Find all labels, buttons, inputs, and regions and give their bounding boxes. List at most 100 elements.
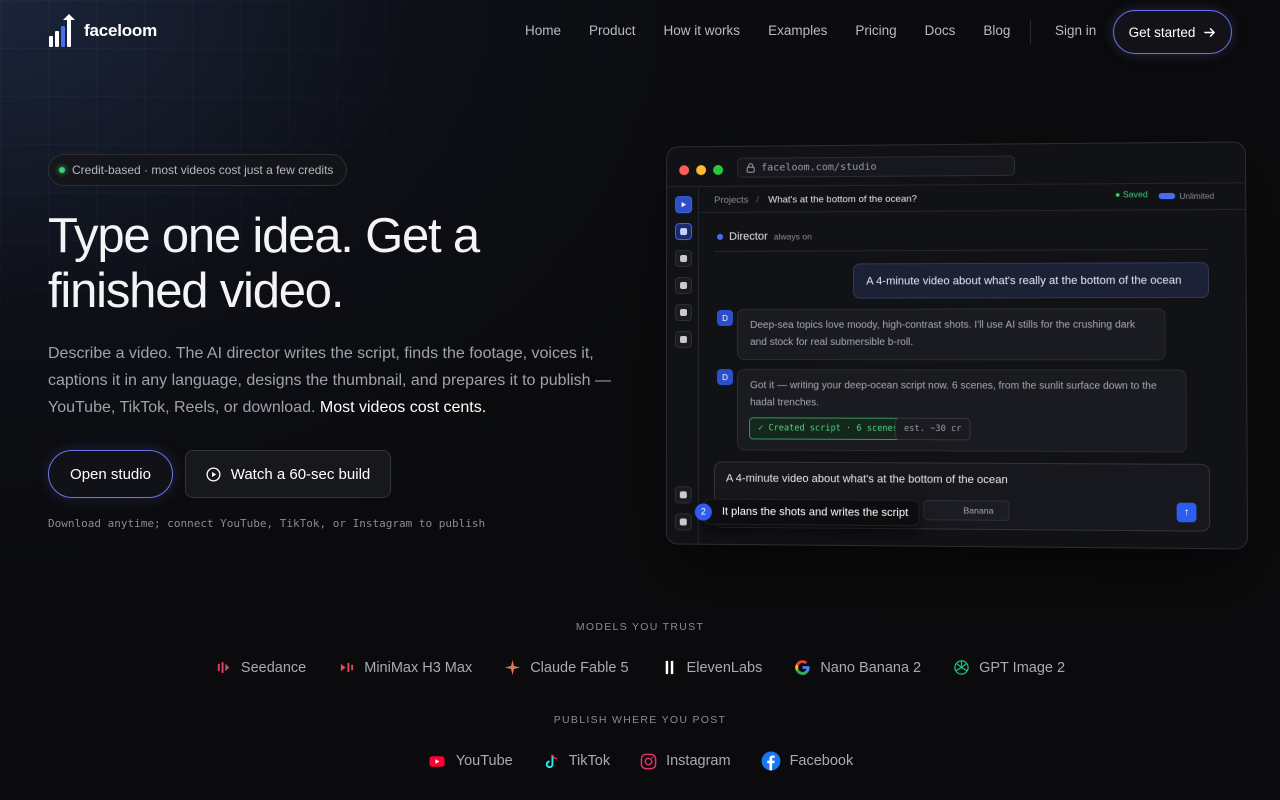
rail-captions-button[interactable] — [674, 330, 692, 349]
nav-link-how-it-works[interactable]: How it works — [664, 23, 741, 38]
chat-icon — [680, 228, 688, 236]
model-elevenlabs: ElevenLabs — [661, 659, 763, 676]
nav-link-blog[interactable]: Blog — [983, 23, 1010, 38]
platform-name: YouTube — [455, 753, 513, 769]
openai-icon — [954, 660, 969, 675]
send-button[interactable]: ↑ — [1176, 502, 1197, 523]
models-logo-row: Seedance MiniMax H3 Max Claude Fable 5 E… — [0, 659, 1280, 676]
play-icon — [682, 202, 687, 208]
director-avatar: D — [716, 369, 734, 386]
brand-name: faceloom — [84, 21, 158, 40]
step-number-badge: 2 — [694, 502, 712, 521]
rail-play-button[interactable] — [675, 196, 693, 214]
facebook-icon — [761, 751, 781, 771]
director-status: always on — [773, 231, 812, 242]
claude-icon — [505, 659, 521, 676]
hero-description: Describe a video. The AI director writes… — [48, 340, 618, 421]
model-name: MiniMax H3 Max — [364, 659, 473, 676]
lock-icon — [746, 163, 755, 173]
tooltip-text: It plans the shots and writes the script — [721, 505, 909, 520]
youtube-icon — [429, 755, 445, 767]
sign-in-link[interactable]: Sign in — [1055, 23, 1096, 38]
saved-status: ● Saved — [1115, 189, 1148, 200]
model-name: ElevenLabs — [686, 659, 763, 676]
director-header: Director always on — [717, 230, 812, 243]
settings-icon — [679, 491, 687, 499]
get-started-label: Get started — [1128, 24, 1196, 40]
rail-media-button[interactable] — [675, 276, 693, 295]
nav-link-docs[interactable]: Docs — [925, 23, 956, 38]
director-divider — [714, 248, 1209, 252]
elevenlabs-icon — [665, 660, 673, 675]
model-name: GPT Image 2 — [979, 659, 1066, 676]
get-started-button[interactable]: Get started — [1113, 10, 1232, 54]
faceloom-logo-icon — [49, 14, 75, 47]
director-avatar: D — [717, 309, 734, 326]
created-script-chip[interactable]: ✓ Created script · 6 scenes — [749, 417, 908, 441]
browser-titlebar: faceloom.com/studio — [667, 142, 1246, 188]
studio-sidebar — [666, 187, 700, 546]
instagram-icon — [640, 753, 657, 769]
play-circle-icon — [206, 466, 221, 482]
window-minimize-dot — [696, 165, 707, 176]
estimate-chip: est. ~30 cr — [894, 417, 971, 441]
rail-voice-button[interactable] — [675, 303, 693, 322]
top-nav: faceloom Home Product How it works Examp… — [0, 0, 1280, 62]
director-message: Deep-sea topics love moody, high-contras… — [737, 308, 1166, 361]
rail-settings-button[interactable] — [674, 486, 692, 504]
model-seedance: Seedance — [215, 659, 306, 676]
unlimited-label: Unlimited — [1179, 191, 1215, 201]
status-dot-icon — [59, 167, 65, 173]
director-message-text: Got it — writing your deep-ocean script … — [750, 380, 1157, 409]
breadcrumb-projects[interactable]: Projects — [714, 195, 748, 206]
step-tooltip: 2 It plans the shots and writes the scri… — [694, 498, 920, 527]
publish-section-label: PUBLISH WHERE YOU POST — [553, 714, 727, 726]
platform-facebook: Facebook — [761, 751, 853, 771]
nav-divider — [1030, 20, 1031, 44]
rail-chat-button[interactable] — [675, 223, 693, 241]
voice-icon — [680, 308, 688, 316]
arrow-up-icon: ↑ — [1183, 506, 1190, 519]
watch-build-label: Watch a 60-sec build — [230, 465, 371, 483]
open-studio-button[interactable]: Open studio — [48, 450, 173, 498]
nav-link-product[interactable]: Product — [589, 23, 636, 38]
user-message: A 4-minute video about what's really at … — [852, 262, 1210, 299]
tiktok-icon — [545, 754, 557, 768]
rail-script-button[interactable] — [675, 250, 693, 268]
models-section-label: MODELS YOU TRUST — [575, 621, 705, 633]
nav-link-home[interactable]: Home — [525, 23, 561, 38]
nav-link-examples[interactable]: Examples — [768, 23, 827, 38]
hero-description-highlight: Most videos cost cents. — [319, 399, 487, 416]
publish-logo-row: YouTube TikTok Instagram Facebook — [0, 751, 1280, 771]
breadcrumb: Projects / What's at the bottom of the o… — [700, 183, 1246, 214]
model-gpt-image: GPT Image 2 — [953, 659, 1065, 676]
platform-name: TikTok — [568, 753, 611, 769]
open-studio-label: Open studio — [70, 465, 151, 483]
watch-build-button[interactable]: Watch a 60-sec build — [185, 450, 391, 498]
arrow-right-icon — [1204, 27, 1216, 37]
director-dot-icon — [717, 233, 724, 240]
minimax-icon — [341, 662, 354, 673]
platform-name: Instagram — [666, 753, 731, 769]
breadcrumb-separator: / — [756, 194, 759, 206]
brand-logo[interactable]: faceloom — [48, 14, 157, 48]
window-close-dot — [679, 165, 690, 176]
media-icon — [680, 281, 688, 290]
model-name: Nano Banana 2 — [820, 659, 922, 676]
url-bar: faceloom.com/studio — [737, 155, 1015, 178]
rail-account-button[interactable] — [674, 513, 692, 531]
model-name: Claude Fable 5 — [530, 659, 629, 676]
platform-youtube: YouTube — [427, 751, 513, 771]
project-title: What's at the bottom of the ocean? — [768, 193, 917, 206]
credit-pill-text: Credit-based · most videos cost just a f… — [72, 163, 334, 177]
hero-headline: Type one idea. Get a finished video. — [48, 209, 480, 318]
nav-link-pricing[interactable]: Pricing — [855, 23, 896, 38]
composer-input[interactable]: A 4-minute video about what's at the bot… — [726, 472, 1008, 486]
studio-preview: faceloom.com/studio Projects / What's at… — [665, 141, 1249, 550]
model-nano-banana: Nano Banana 2 — [794, 659, 921, 676]
plan-bar — [1158, 192, 1176, 200]
unlimited-badge: Unlimited — [1158, 191, 1215, 202]
script-icon — [680, 255, 688, 263]
model-claude: Claude Fable 5 — [504, 659, 629, 676]
publish-note: Download anytime; connect YouTube, TikTo… — [48, 517, 486, 530]
